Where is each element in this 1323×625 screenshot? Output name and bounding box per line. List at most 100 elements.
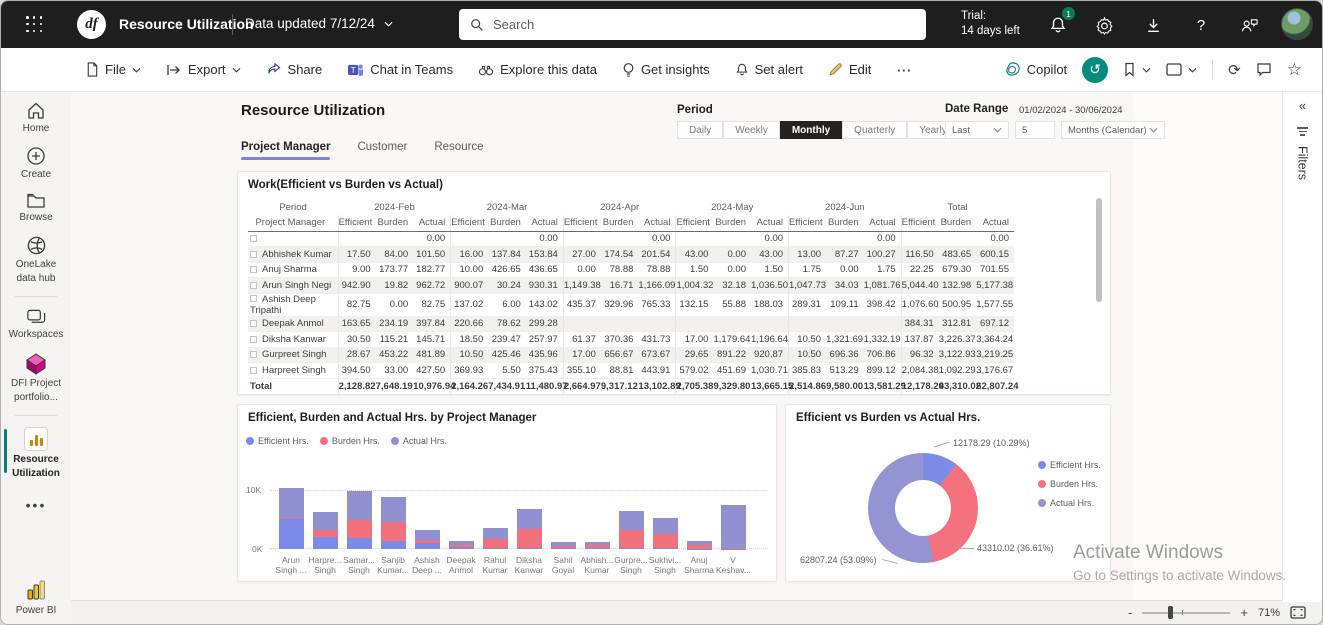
user-avatar[interactable] (1281, 8, 1313, 40)
bar-11[interactable] (614, 488, 648, 549)
download-button[interactable] (1142, 14, 1164, 36)
bar-chart-visual[interactable]: Efficient, Burden and Actual Hrs. by Pro… (237, 404, 777, 582)
refresh-button[interactable]: ⟳ (1228, 61, 1241, 79)
view-menu[interactable] (1166, 63, 1197, 76)
row-checkbox[interactable] (250, 351, 257, 358)
last-count-input[interactable]: 5 (1015, 121, 1055, 139)
org-logo[interactable]: df (77, 10, 106, 39)
row-checkbox[interactable] (250, 367, 257, 374)
zoom-out-button[interactable]: - (1128, 605, 1132, 620)
expand-filters-button[interactable]: « (1299, 98, 1306, 113)
more-options-button[interactable]: ⋯ (896, 61, 912, 79)
copilot-button[interactable]: Copilot (1004, 61, 1067, 78)
measure-header: Efficient (676, 215, 714, 231)
sidebar-item-browse[interactable]: Browse (1, 192, 71, 223)
export-menu[interactable]: Export (166, 62, 241, 77)
bar-4[interactable] (376, 488, 410, 549)
table-row[interactable]: 0.000.000.000.000.000.00 (248, 231, 1014, 247)
donut-ring[interactable] (868, 453, 978, 563)
zoom-slider-handle[interactable] (1168, 606, 1173, 619)
matrix-visual[interactable]: Work(Efficient vs Burden vs Actual) Peri… (237, 171, 1111, 395)
edit-button[interactable]: Edit (828, 62, 871, 77)
cell: 2,084.38 (901, 363, 939, 379)
sidebar-item-resource-utilization[interactable]: Resource Utilization (1, 427, 71, 479)
search-input[interactable] (493, 17, 873, 32)
row-checkbox[interactable] (250, 235, 257, 242)
cell: 500.95 (939, 293, 977, 316)
reset-default-view-button[interactable]: ↺ (1082, 57, 1108, 83)
table-row[interactable]: Diksha Kanwar30.50115.21145.7118.50239.4… (248, 332, 1014, 348)
favorite-button[interactable]: ☆ (1287, 60, 1302, 80)
unit-dropdown[interactable]: Months (Calendar) (1061, 121, 1165, 139)
last-dropdown[interactable]: Last (945, 121, 1009, 139)
zoom-slider-notch (1182, 610, 1183, 615)
tab-customer[interactable]: Customer (357, 141, 407, 160)
bar-1[interactable] (274, 488, 308, 549)
period-button-quarterly[interactable]: Quarterly (842, 121, 907, 139)
filter-icon[interactable] (1297, 127, 1308, 136)
row-checkbox[interactable] (250, 251, 257, 258)
bar-9[interactable] (546, 488, 580, 549)
tab-resource[interactable]: Resource (434, 141, 483, 160)
row-checkbox[interactable] (250, 282, 257, 289)
bar-10[interactable] (580, 488, 614, 549)
table-row[interactable]: Gurpreet Singh28.67453.22481.8910.50425.… (248, 347, 1014, 363)
cell: 398.42 (864, 293, 902, 316)
table-scrollbar[interactable] (1096, 198, 1102, 302)
zoom-slider[interactable] (1142, 612, 1230, 614)
period-button-daily[interactable]: Daily (677, 121, 723, 139)
bar-3[interactable] (342, 488, 376, 549)
get-insights-button[interactable]: Get insights (622, 62, 710, 78)
feedback-button[interactable] (1238, 14, 1260, 36)
cell: 355.10 (563, 363, 601, 379)
sidebar-more-button[interactable]: ••• (26, 497, 47, 513)
data-updated-dropdown[interactable]: Data updated 7/12/24 (245, 16, 393, 31)
table-row[interactable]: Arun Singh Negi942.9019.82962.72900.0730… (248, 278, 1014, 294)
cell: 9,580.00 (826, 378, 864, 394)
period-button-monthly[interactable]: Monthly (780, 121, 842, 139)
bookmarks-menu[interactable] (1123, 62, 1151, 77)
set-alert-button[interactable]: Set alert (735, 62, 803, 77)
bar-6[interactable] (444, 488, 478, 549)
bar-8[interactable] (512, 488, 546, 549)
file-menu[interactable]: File (85, 62, 141, 77)
settings-button[interactable] (1093, 14, 1115, 36)
table-row[interactable]: Total2,128.827,648.1910,976.942,164.267,… (248, 378, 1014, 394)
bar-7[interactable] (478, 488, 512, 549)
sidebar-item-onelake[interactable]: OneLake data hub (1, 235, 71, 284)
app-launcher-icon[interactable] (26, 16, 43, 33)
table-row[interactable]: Abhishek Kumar17.5084.00101.5016.00137.8… (248, 247, 1014, 263)
bar-2[interactable] (308, 488, 342, 549)
sidebar-item-workspaces[interactable]: Workspaces (1, 308, 71, 340)
bar-14[interactable] (716, 488, 750, 549)
sidebar-item-home[interactable]: Home (1, 101, 71, 134)
tab-project-manager[interactable]: Project Manager (241, 141, 330, 160)
donut-chart-visual[interactable]: Efficient vs Burden vs Actual Hrs. 12178… (785, 404, 1111, 582)
row-checkbox[interactable] (250, 266, 257, 273)
zoom-in-button[interactable]: + (1240, 605, 1248, 620)
sidebar-item-create[interactable]: Create (1, 146, 71, 180)
row-label: Abhishek Kumar (248, 247, 338, 263)
bar-12[interactable] (648, 488, 682, 549)
table-row[interactable]: Anuj Sharma9.00173.77182.7710.00426.6543… (248, 262, 1014, 278)
table-row[interactable]: Ashish Deep Tripathi82.750.0082.75137.02… (248, 293, 1014, 316)
cell: 900.07 (451, 278, 489, 294)
explore-data-button[interactable]: Explore this data (478, 62, 597, 77)
share-button[interactable]: Share (266, 62, 323, 77)
sidebar-item-dfi-project-portfolio[interactable]: DFI Project portfolio... (1, 352, 71, 403)
comments-button[interactable] (1256, 62, 1272, 77)
row-checkbox[interactable] (250, 295, 257, 302)
chat-in-teams-button[interactable]: T Chat in Teams (347, 62, 453, 78)
sidebar-item-powerbi[interactable]: Power BI (1, 580, 71, 616)
table-row[interactable]: Deepak Anmol163.65234.19397.84220.6678.6… (248, 316, 1014, 332)
help-button[interactable]: ? (1190, 14, 1212, 36)
search-box[interactable] (459, 9, 926, 40)
fit-to-page-icon[interactable] (1290, 606, 1306, 619)
row-checkbox[interactable] (250, 320, 257, 327)
cell: 701.55 (976, 262, 1014, 278)
table-row[interactable]: Harpreet Singh394.5033.00427.50369.935.5… (248, 363, 1014, 379)
bar-13[interactable] (682, 488, 716, 549)
row-checkbox[interactable] (250, 336, 257, 343)
bar-5[interactable] (410, 488, 444, 549)
period-button-weekly[interactable]: Weekly (723, 121, 780, 139)
